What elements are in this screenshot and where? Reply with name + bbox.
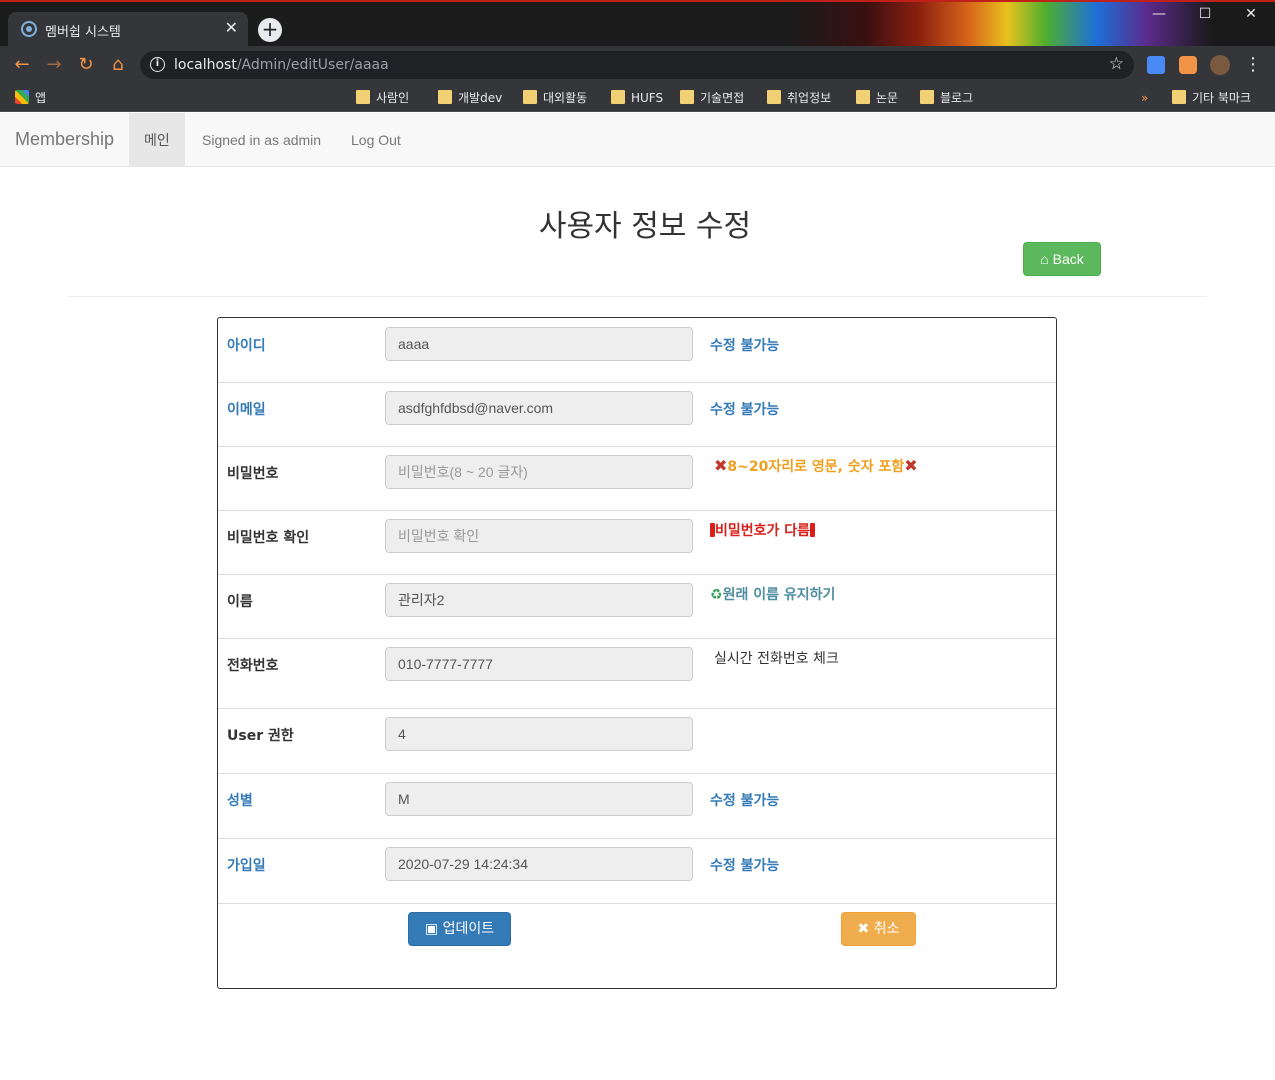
role-field[interactable]: 4 xyxy=(385,717,693,751)
recycle-icon: ♻ xyxy=(710,587,723,603)
back-arrow-icon[interactable]: ← xyxy=(11,54,33,76)
reload-icon[interactable]: ↻ xyxy=(75,54,97,76)
folder-icon xyxy=(1172,90,1186,104)
home-icon: ⌂ xyxy=(1040,251,1049,267)
apps-grid-icon xyxy=(15,90,29,104)
gender-field[interactable]: M xyxy=(385,782,693,816)
bookmark-folder-activities[interactable]: 대외활동 xyxy=(523,89,587,107)
form-row-password-confirm: 비밀번호 확인 비밀번호 확인 비밀번호가 다름 xyxy=(218,511,1056,575)
address-bar[interactable]: i localhost/Admin/editUser/aaaa ☆ xyxy=(140,51,1134,79)
bookmark-folder-papers[interactable]: 논문 xyxy=(856,89,898,107)
bookmark-folder-blog[interactable]: 블로그 xyxy=(920,89,973,107)
email-label: 이메일 xyxy=(227,402,266,418)
form-row-join-date: 가입일 2020-07-29 14:24:34 수정 불가능 xyxy=(218,839,1056,904)
close-window-icon[interactable]: ✕ xyxy=(1228,0,1274,30)
name-label: 이름 xyxy=(227,594,253,610)
page-content: Membership 메인 Signed in as admin Log Out… xyxy=(0,113,1275,1080)
name-field[interactable]: 관리자2 xyxy=(385,583,693,617)
bookmark-folder-interview[interactable]: 기술면접 xyxy=(680,89,744,107)
folder-icon xyxy=(611,90,625,104)
site-favicon-icon xyxy=(21,21,37,37)
site-navbar: Membership 메인 Signed in as admin Log Out xyxy=(0,113,1275,167)
cancel-button[interactable]: ✖ 취소 xyxy=(841,912,916,946)
password-label: 비밀번호 xyxy=(227,466,279,482)
email-readonly-note: 수정 불가능 xyxy=(710,402,780,418)
site-info-icon[interactable]: i xyxy=(150,57,165,72)
exclamation-icon xyxy=(810,523,816,537)
bookmark-folder-hufs[interactable]: HUFS xyxy=(611,89,663,107)
minimize-icon[interactable]: — xyxy=(1136,0,1182,30)
folder-icon xyxy=(920,90,934,104)
join-date-readonly-note: 수정 불가능 xyxy=(710,858,780,874)
close-tab-icon[interactable]: ✕ xyxy=(225,18,238,38)
nav-main[interactable]: 메인 xyxy=(129,113,185,166)
browser-menu-icon[interactable]: ⋮ xyxy=(1242,54,1264,76)
bookmark-folder-jobs[interactable]: 취업정보 xyxy=(767,89,831,107)
password-rule-note: ✖8~20자리로 영문, 숫자 포함✖ xyxy=(714,456,918,475)
cross-mark-icon: ✖ xyxy=(904,456,918,475)
gender-readonly-note: 수정 불가능 xyxy=(710,793,780,809)
back-button[interactable]: ⌂ Back xyxy=(1023,242,1101,276)
divider xyxy=(67,296,1207,297)
id-readonly-note: 수정 불가능 xyxy=(710,338,780,354)
join-date-field[interactable]: 2020-07-29 14:24:34 xyxy=(385,847,693,881)
id-field[interactable]: aaaa xyxy=(385,327,693,361)
close-icon: ✖ xyxy=(857,921,870,937)
browser-toolbar: ← → ↻ ⌂ i localhost/Admin/editUser/aaaa … xyxy=(0,46,1275,84)
translate-extension-icon[interactable] xyxy=(1147,56,1165,74)
address-url: localhost/Admin/editUser/aaaa xyxy=(174,57,389,73)
form-row-password: 비밀번호 비밀번호(8 ~ 20 글자) ✖8~20자리로 영문, 숫자 포함✖ xyxy=(218,447,1056,511)
bookmarks-overflow-icon[interactable]: » xyxy=(1141,89,1148,107)
password-field[interactable]: 비밀번호(8 ~ 20 글자) xyxy=(385,455,693,489)
folder-icon xyxy=(523,90,537,104)
new-tab-button[interactable]: + xyxy=(258,18,282,42)
form-row-name: 이름 관리자2 ♻원래 이름 유지하기 xyxy=(218,575,1056,639)
bookmark-folder-dev[interactable]: 개발dev xyxy=(438,89,502,107)
password-confirm-field[interactable]: 비밀번호 확인 xyxy=(385,519,693,553)
save-icon: ▣ xyxy=(424,921,439,937)
bookmark-star-icon[interactable]: ☆ xyxy=(1109,54,1124,74)
phone-field[interactable]: 010-7777-7777 xyxy=(385,647,693,681)
bookmark-apps[interactable]: 앱 xyxy=(15,89,46,107)
join-date-label: 가입일 xyxy=(227,858,266,874)
keep-name-link[interactable]: ♻원래 이름 유지하기 xyxy=(710,584,835,604)
form-row-gender: 성별 M 수정 불가능 xyxy=(218,774,1056,839)
form-row-id: 아이디 aaaa 수정 불가능 xyxy=(218,318,1056,383)
nav-logout[interactable]: Log Out xyxy=(336,113,416,166)
folder-icon xyxy=(356,90,370,104)
password-mismatch-note: 비밀번호가 다름 xyxy=(710,520,816,540)
form-row-phone: 전화번호 010-7777-7777 실시간 전화번호 체크 xyxy=(218,639,1056,709)
phone-label: 전화번호 xyxy=(227,658,279,674)
folder-icon xyxy=(680,90,694,104)
folder-icon xyxy=(856,90,870,104)
folder-icon xyxy=(438,90,452,104)
bookmarks-bar: 앱 사람인 개발dev 대외활동 HUFS 기술면접 취업정보 논문 블로그 »… xyxy=(0,84,1275,187)
forward-arrow-icon[interactable]: → xyxy=(43,54,65,76)
password-confirm-label: 비밀번호 확인 xyxy=(227,530,310,546)
maximize-icon[interactable]: ☐ xyxy=(1182,0,1228,30)
tab-title: 멤버쉽 시스템 xyxy=(45,25,121,40)
form-row-role: User 권한 4 xyxy=(218,709,1056,774)
edit-user-form: 아이디 aaaa 수정 불가능 이메일 asdfghfdbsd@naver.co… xyxy=(217,317,1057,989)
email-field[interactable]: asdfghfdbsd@naver.com xyxy=(385,391,693,425)
page-title: 사용자 정보 수정 xyxy=(538,209,752,244)
form-row-email: 이메일 asdfghfdbsd@naver.com 수정 불가능 xyxy=(218,383,1056,447)
browser-tab[interactable]: 멤버쉽 시스템 ✕ xyxy=(8,12,248,46)
id-label: 아이디 xyxy=(227,338,266,354)
brand-link[interactable]: Membership xyxy=(15,129,114,150)
gender-label: 성별 xyxy=(227,793,253,809)
puzzle-extensions-icon[interactable] xyxy=(1179,56,1197,74)
bookmark-folder-saramin[interactable]: 사람인 xyxy=(356,89,409,107)
browser-titlebar: 멤버쉽 시스템 ✕ + — ☐ ✕ xyxy=(0,0,1275,46)
cross-mark-icon: ✖ xyxy=(714,456,728,475)
role-label: User 권한 xyxy=(227,728,294,744)
nav-signed-in[interactable]: Signed in as admin xyxy=(187,113,336,166)
profile-avatar[interactable] xyxy=(1210,55,1230,75)
phone-check-note: 실시간 전화번호 체크 xyxy=(714,651,839,667)
bookmark-folder-other[interactable]: 기타 북마크 xyxy=(1172,89,1251,107)
home-icon[interactable]: ⌂ xyxy=(107,54,129,76)
update-button[interactable]: ▣ 업데이트 xyxy=(408,912,511,946)
folder-icon xyxy=(767,90,781,104)
